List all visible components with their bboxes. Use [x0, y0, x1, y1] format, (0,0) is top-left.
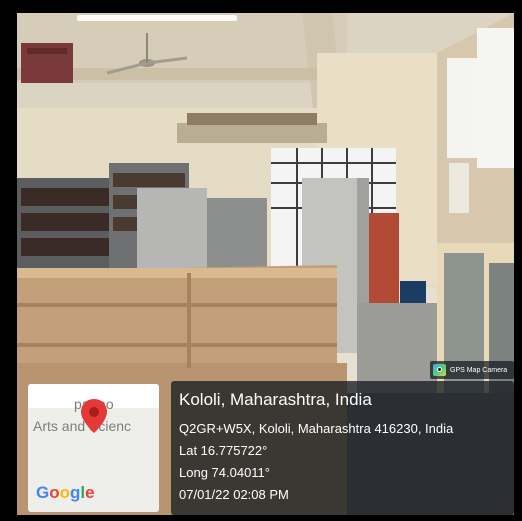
longitude: Long 74.04011°: [179, 465, 270, 480]
photo-frame: GPS Map Camera patrao Arts and Scienc Go…: [0, 0, 522, 521]
google-logo: Google: [36, 483, 95, 502]
map-thumbnail: patrao Arts and Scienc Google: [28, 384, 159, 512]
latitude: Lat 16.775722°: [179, 443, 268, 458]
gps-camera-badge: GPS Map Camera: [430, 361, 514, 379]
plus-code-address: Q2GR+W5X, Kololi, Maharashtra 416230, In…: [179, 421, 454, 436]
location-title: Kololi, Maharashtra, India: [179, 390, 372, 409]
location-info-panel: Kololi, Maharashtra, India Q2GR+W5X, Kol…: [171, 381, 514, 515]
badge-text: GPS Map Camera: [450, 366, 508, 374]
datetime: 07/01/22 02:08 PM: [179, 487, 289, 502]
gps-map-camera-icon: [433, 364, 446, 376]
location-pin-icon: [81, 399, 107, 433]
